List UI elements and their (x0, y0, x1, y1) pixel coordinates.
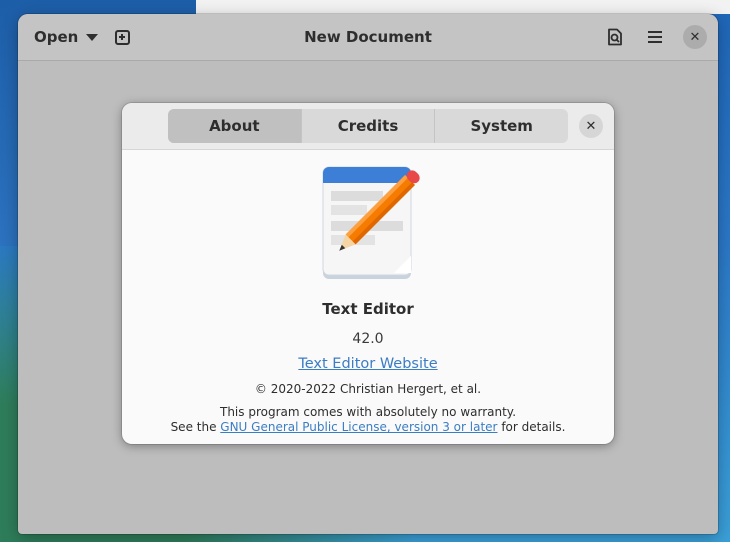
license-suffix: for details. (501, 420, 566, 434)
about-dialog: About Credits System ✕ Text Editor 42.0 … (122, 103, 614, 444)
text-editor-app-icon (322, 166, 420, 279)
close-icon: ✕ (585, 118, 597, 134)
about-close-button[interactable]: ✕ (579, 114, 603, 138)
main-menu-button[interactable] (643, 25, 667, 49)
license-link[interactable]: GNU General Public License, version 3 or… (220, 420, 497, 434)
copyright-text: © 2020-2022 Christian Hergert, et al. (254, 382, 482, 396)
document-search-icon (608, 28, 622, 46)
app-version: 42.0 (352, 331, 384, 347)
headerbar: Open New Document ✕ (18, 14, 718, 61)
tab-system[interactable]: System (434, 109, 568, 143)
close-icon: ✕ (689, 29, 701, 45)
license-line: See the GNU General Public License, vers… (122, 420, 614, 434)
about-dialog-header: About Credits System ✕ (122, 103, 614, 150)
app-name: Text Editor (322, 300, 414, 318)
tab-credits[interactable]: Credits (300, 109, 435, 143)
window-close-button[interactable]: ✕ (683, 25, 707, 49)
about-tabs: About Credits System (168, 109, 568, 143)
hamburger-menu-icon (648, 31, 662, 43)
license-prefix: See the (170, 420, 217, 434)
wallpaper-strip (196, 0, 730, 14)
website-link[interactable]: Text Editor Website (122, 356, 614, 372)
warranty-text: This program comes with absolutely no wa… (219, 405, 517, 419)
document-search-button[interactable] (603, 25, 627, 49)
tab-about[interactable]: About (168, 109, 301, 143)
